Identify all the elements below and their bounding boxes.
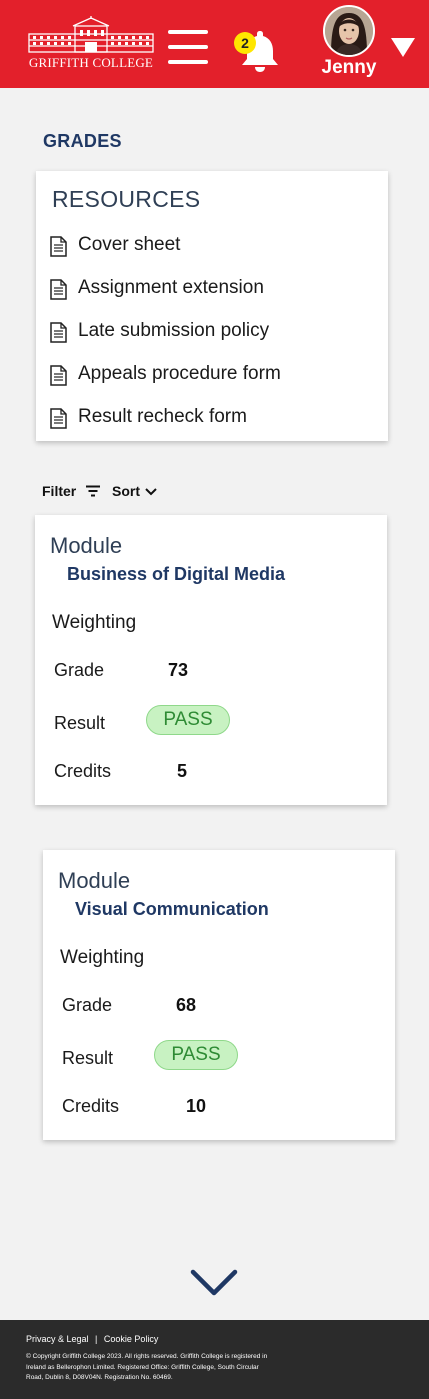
result-label: Result (62, 1048, 114, 1068)
user-menu-caret-down-icon[interactable] (390, 36, 416, 58)
sort-button[interactable]: Sort (112, 483, 157, 499)
document-icon (50, 236, 67, 257)
weighting-label: Weighting (60, 947, 145, 968)
cookie-policy-link[interactable]: Cookie Policy (104, 1334, 159, 1344)
resource-link-assignment-extension[interactable]: Assignment extension (50, 277, 370, 303)
page-footer: Privacy & Legal | Cookie Policy © Copyri… (0, 1320, 429, 1399)
page-title: GRADES (43, 131, 122, 151)
module-label: Module (50, 533, 123, 558)
document-icon (50, 408, 67, 429)
resource-link-cover-sheet[interactable]: Cover sheet (50, 234, 370, 260)
document-icon (50, 365, 67, 386)
weighting-label: Weighting (52, 612, 137, 633)
college-building-icon (28, 16, 154, 53)
module-name: Visual Communication (75, 899, 269, 919)
document-icon (50, 322, 67, 343)
logo-text: GRIFFITH COLLEGE (28, 55, 154, 70)
module-name: Business of Digital Media (67, 564, 286, 584)
footer-copyright: © Copyright Griffith College 2023. All r… (26, 1353, 268, 1381)
grade-label: Grade (62, 995, 113, 1015)
app-header: GRIFFITH COLLEGE 2 Jenny (0, 0, 429, 88)
user-name[interactable]: Jenny (305, 57, 393, 79)
filter-lines-icon (86, 485, 100, 497)
resource-label: Cover sheet (78, 234, 181, 255)
user-photo (325, 7, 373, 55)
resources-heading: RESOURCES (52, 186, 201, 212)
module-card[interactable]: Module Visual Communication Weighting Gr… (43, 850, 395, 1140)
document-icon (50, 279, 67, 300)
resource-label: Appeals procedure form (78, 363, 281, 384)
sort-label: Sort (112, 483, 140, 499)
griffith-college-logo[interactable]: GRIFFITH COLLEGE (25, 16, 157, 70)
module-label: Module (58, 868, 131, 893)
scroll-down-chevron-icon[interactable] (190, 1268, 238, 1298)
resource-label: Result recheck form (78, 406, 247, 427)
credits-value: 5 (177, 761, 188, 781)
privacy-legal-link[interactable]: Privacy & Legal (26, 1334, 89, 1344)
result-status-badge: PASS (154, 1040, 238, 1070)
credits-label: Credits (54, 761, 112, 781)
footer-links: Privacy & Legal | Cookie Policy (26, 1334, 158, 1344)
grade-value: 73 (168, 660, 189, 680)
resources-card: RESOURCES Cover sheet Assignment extensi… (36, 171, 388, 441)
resource-label: Assignment extension (78, 277, 264, 298)
result-status-badge: PASS (146, 705, 230, 735)
module-card[interactable]: Module Business of Digital Media Weighti… (35, 515, 387, 805)
credits-value: 10 (186, 1096, 207, 1116)
resource-link-result-recheck-form[interactable]: Result recheck form (50, 406, 370, 432)
notification-count-badge: 2 (234, 32, 256, 54)
grade-value: 68 (176, 995, 197, 1015)
resource-link-late-submission-policy[interactable]: Late submission policy (50, 320, 370, 346)
user-avatar[interactable] (323, 5, 375, 57)
result-label: Result (54, 713, 106, 733)
resource-link-appeals-procedure-form[interactable]: Appeals procedure form (50, 363, 370, 389)
footer-separator: | (95, 1334, 98, 1344)
resource-label: Late submission policy (78, 320, 270, 341)
grade-label: Grade (54, 660, 105, 680)
notifications-button[interactable]: 2 (234, 27, 284, 73)
hamburger-menu-icon[interactable] (168, 30, 208, 64)
chevron-down-icon (145, 488, 157, 496)
filter-button[interactable]: Filter (42, 483, 100, 499)
credits-label: Credits (62, 1096, 120, 1116)
filter-label: Filter (42, 483, 77, 499)
